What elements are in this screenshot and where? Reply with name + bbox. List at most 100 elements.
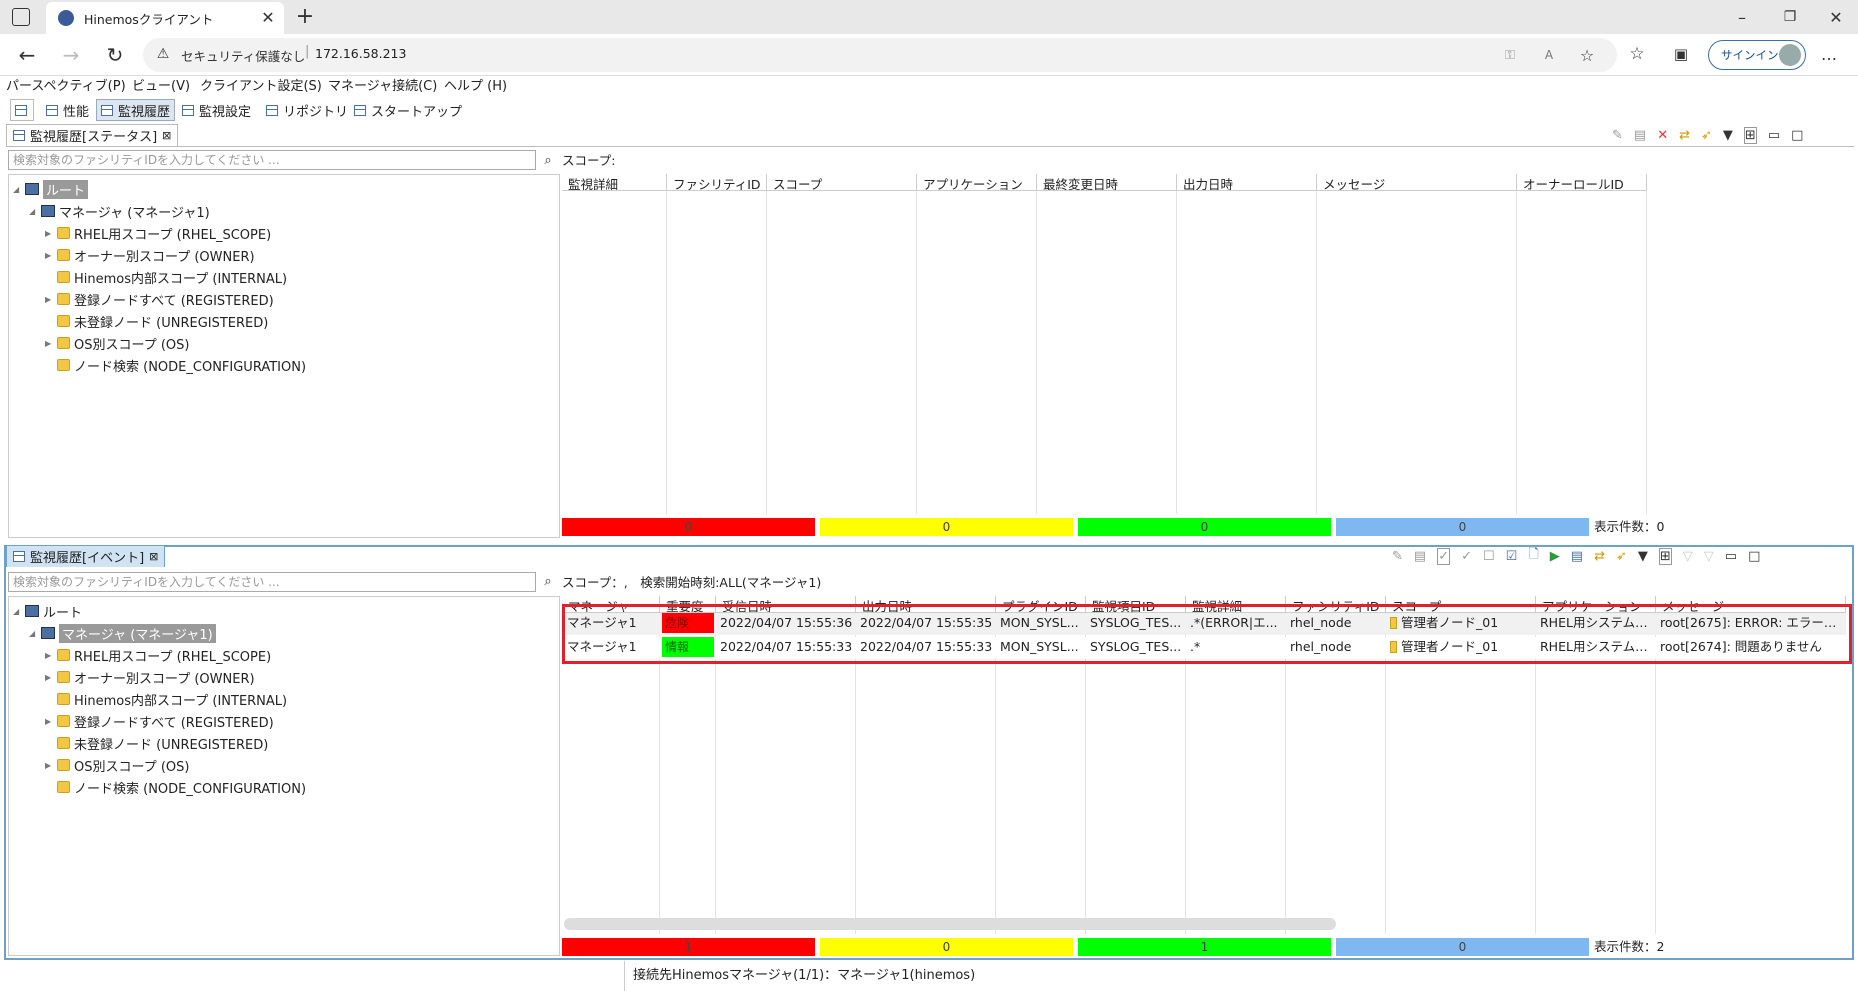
refresh-icon[interactable]: ⇄ bbox=[1594, 549, 1605, 564]
restore-icon[interactable]: ❐ bbox=[1776, 4, 1804, 30]
tree-scope[interactable]: ノード検索 (NODE_CONFIGURATION) bbox=[45, 777, 306, 797]
column-header[interactable]: 監視詳細 bbox=[562, 174, 667, 191]
menu-perspective[interactable]: パースペクティブ(P) bbox=[6, 76, 126, 98]
status-view-tab[interactable]: 監視履歴[ステータス] ⊠ bbox=[6, 124, 179, 146]
tree-scope[interactable]: ▶ 登録ノードすべて (REGISTERED) bbox=[45, 711, 274, 731]
delete-icon[interactable]: ✕ bbox=[1657, 128, 1668, 143]
tree-scope[interactable]: ▶ RHEL用スコープ (RHEL_SCOPE) bbox=[45, 223, 271, 243]
url-field[interactable]: ⚠ セキュリティ保護なし | 172.16.58.213 ⚿ A ☆ bbox=[143, 38, 1617, 72]
tree-scope[interactable]: ▶ オーナー別スコープ (OWNER) bbox=[45, 245, 255, 265]
filter-icon[interactable]: ▼ bbox=[1723, 128, 1733, 143]
expand-icon[interactable]: ▶ bbox=[45, 229, 53, 238]
signin-button[interactable]: サインイン bbox=[1708, 40, 1806, 70]
filter-disabled-icon[interactable]: ▽ bbox=[1704, 549, 1714, 564]
table-icon[interactable]: ▤ bbox=[1414, 549, 1426, 564]
horizontal-scrollbar[interactable] bbox=[564, 918, 1336, 930]
refresh-icon[interactable]: ⇄ bbox=[1679, 128, 1690, 143]
confirm-all-icon[interactable]: ✓ bbox=[1461, 549, 1472, 564]
perspective-repository[interactable]: リポジトリ bbox=[262, 99, 352, 121]
close-window-icon[interactable]: ✕ bbox=[1822, 4, 1850, 30]
tree-toggle-icon[interactable]: ⊞ bbox=[1743, 126, 1757, 144]
column-header[interactable]: 出力日時 bbox=[1177, 174, 1317, 191]
expand-icon[interactable]: ▶ bbox=[45, 295, 53, 304]
collapse-icon[interactable]: ◢ bbox=[13, 607, 21, 616]
new-tab-icon[interactable]: + bbox=[294, 3, 316, 29]
expand-icon[interactable]: ▶ bbox=[45, 651, 53, 660]
menu-manager-connection[interactable]: マネージャ接続(C) bbox=[328, 76, 437, 98]
tree-scope[interactable]: Hinemos内部スコープ (INTERNAL) bbox=[45, 267, 287, 287]
expand-icon[interactable]: ▶ bbox=[45, 339, 53, 348]
tree-scope[interactable]: 未登録ノード (UNREGISTERED) bbox=[45, 311, 268, 331]
column-header[interactable]: 最終変更日時 bbox=[1037, 174, 1177, 191]
tree-scope[interactable]: ▶ 登録ノードすべて (REGISTERED) bbox=[45, 289, 274, 309]
tree-scope[interactable]: ▶ オーナー別スコープ (OWNER) bbox=[45, 667, 255, 687]
edit-icon[interactable]: ✎ bbox=[1392, 549, 1403, 564]
tree-manager[interactable]: ◢ マネージャ (マネージャ1) bbox=[29, 201, 210, 221]
more-icon[interactable]: … bbox=[1816, 43, 1842, 65]
perspective-monitor-history[interactable]: 監視履歴 bbox=[96, 99, 176, 121]
close-view-icon[interactable]: ⊠ bbox=[149, 550, 158, 563]
table-icon[interactable]: ▤ bbox=[1634, 128, 1646, 143]
tree-toggle-icon[interactable]: ⊞ bbox=[1658, 547, 1672, 565]
browser-tab[interactable]: Hinemosクライアント ✕ bbox=[46, 2, 284, 34]
key-icon[interactable]: ⚿ bbox=[1501, 46, 1519, 64]
filter-icon[interactable]: ▼ bbox=[1638, 549, 1648, 564]
collections-icon[interactable]: ▣ bbox=[1670, 43, 1692, 65]
tree-root[interactable]: ◢ ルート bbox=[13, 601, 82, 621]
tree-root[interactable]: ◢ ルート bbox=[13, 179, 89, 199]
perspective-startup[interactable]: スタートアップ bbox=[350, 99, 466, 121]
column-header[interactable]: オーナーロールID bbox=[1517, 174, 1647, 191]
maximize-view-icon[interactable]: □ bbox=[1791, 128, 1803, 143]
edit-icon[interactable]: ✎ bbox=[1612, 128, 1623, 143]
rocket-icon[interactable]: ➶ bbox=[1616, 549, 1627, 564]
minimize-icon[interactable]: – bbox=[1728, 4, 1756, 30]
tree-scope[interactable]: ▶ OS別スコープ (OS) bbox=[45, 755, 189, 775]
run-icon[interactable]: ▶ bbox=[1550, 549, 1560, 564]
event-view-tab[interactable]: 監視履歴[イベント] ⊠ bbox=[6, 545, 166, 567]
tree-manager[interactable]: ◢ マネージャ (マネージャ1) bbox=[29, 623, 216, 643]
collapse-icon[interactable]: ◢ bbox=[29, 207, 37, 216]
tab-actions-icon[interactable] bbox=[12, 8, 30, 26]
favorite-add-icon[interactable]: ☆ bbox=[1577, 45, 1597, 65]
expand-icon[interactable]: ▶ bbox=[45, 673, 53, 682]
close-view-icon[interactable]: ⊠ bbox=[162, 129, 171, 142]
rocket-icon[interactable]: ➶ bbox=[1701, 128, 1712, 143]
collapse-icon[interactable]: ◢ bbox=[13, 185, 21, 194]
back-icon[interactable]: ← bbox=[14, 42, 40, 68]
column-header[interactable]: アプリケーション bbox=[917, 174, 1037, 191]
minimize-view-icon[interactable]: ▭ bbox=[1768, 128, 1780, 143]
tree-scope[interactable]: ▶ RHEL用スコープ (RHEL_SCOPE) bbox=[45, 645, 271, 665]
search-icon[interactable]: ⌕ bbox=[540, 151, 556, 169]
new-item-icon[interactable]: 🗋 bbox=[1528, 545, 1538, 567]
search-icon[interactable]: ⌕ bbox=[540, 572, 556, 590]
column-header[interactable]: メッセージ bbox=[1317, 174, 1517, 191]
menu-view[interactable]: ビュー(V) bbox=[132, 76, 190, 98]
column-header[interactable]: スコープ bbox=[767, 174, 917, 191]
tree-scope[interactable]: ▶ OS別スコープ (OS) bbox=[45, 333, 189, 353]
menu-client-settings[interactable]: クライアント設定(S) bbox=[200, 76, 322, 98]
collapse-icon[interactable]: ◢ bbox=[29, 629, 37, 638]
table-icon[interactable]: ▤ bbox=[1571, 549, 1583, 564]
close-tab-icon[interactable]: ✕ bbox=[260, 8, 276, 27]
tree-scope[interactable]: 未登録ノード (UNREGISTERED) bbox=[45, 733, 268, 753]
reload-icon[interactable]: ↻ bbox=[102, 42, 128, 68]
unconfirm-icon[interactable]: ☐ bbox=[1483, 549, 1495, 564]
tree-scope[interactable]: Hinemos内部スコープ (INTERNAL) bbox=[45, 689, 287, 709]
confirm-icon[interactable]: ✓ bbox=[1437, 547, 1451, 565]
checklist-icon[interactable]: ☑ bbox=[1506, 549, 1518, 564]
menu-help[interactable]: ヘルプ (H) bbox=[444, 76, 507, 98]
column-header[interactable]: ファシリティID bbox=[667, 174, 767, 191]
open-perspective-button[interactable] bbox=[10, 99, 34, 121]
status-search-input[interactable]: 検索対象のファシリティIDを入力してください ... bbox=[8, 150, 536, 170]
expand-icon[interactable]: ▶ bbox=[45, 761, 53, 770]
event-search-input[interactable]: 検索対象のファシリティIDを入力してください ... bbox=[8, 572, 536, 592]
read-aloud-icon[interactable]: A bbox=[1539, 46, 1559, 64]
perspective-monitor-settings[interactable]: 監視設定 bbox=[178, 99, 255, 121]
tree-scope[interactable]: ノード検索 (NODE_CONFIGURATION) bbox=[45, 355, 306, 375]
expand-icon[interactable]: ▶ bbox=[45, 717, 53, 726]
minimize-view-icon[interactable]: ▭ bbox=[1725, 549, 1737, 564]
favorites-icon[interactable]: ☆ bbox=[1626, 43, 1648, 65]
filter-disabled-icon[interactable]: ▽ bbox=[1683, 549, 1693, 564]
expand-icon[interactable]: ▶ bbox=[45, 251, 53, 260]
perspective-performance[interactable]: 性能 bbox=[42, 99, 93, 121]
